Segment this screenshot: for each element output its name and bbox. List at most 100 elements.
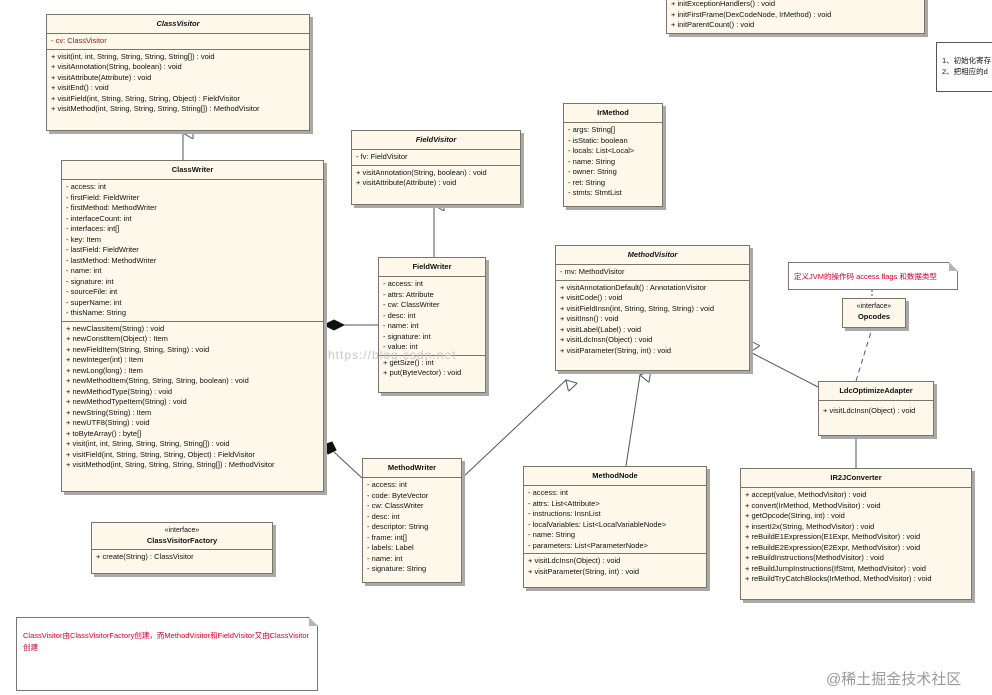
class-name: «interface» ClassVisitorFactory <box>92 523 272 550</box>
generalization-ldc-methodvisitor <box>750 352 819 388</box>
attribute-row: - superName: int <box>66 297 122 307</box>
attribute-row: - signature: int <box>383 331 431 341</box>
method-row: + visitMethod(int, String, String, Strin… <box>51 104 260 113</box>
class-methodwriter[interactable]: MethodWriter - access: int - code: ByteV… <box>362 458 462 583</box>
method-row: + visitInsn() : void <box>560 314 619 323</box>
attribute-row: - mv: MethodVisitor <box>560 267 625 276</box>
class-name: MethodVisitor <box>556 246 749 265</box>
class-name: ClassVisitor <box>47 15 309 34</box>
partial-class-top: + initExceptionHandlers() : void + initF… <box>666 0 925 34</box>
method-row: + visitAnnotation(String, boolean) : voi… <box>51 62 182 71</box>
method-row: + initExceptionHandlers() : void <box>671 0 776 8</box>
note-text: ClassVisitor由ClassVisitorFactory创建，而Meth… <box>23 631 310 652</box>
class-name: FieldWriter <box>379 258 485 277</box>
method-row: + newMethodType(String) : void <box>66 386 173 396</box>
method-row: + newConstItem(Object) : Item <box>66 334 168 343</box>
attribute-row: - frame: int[] <box>367 532 408 542</box>
method-row: + visit(int, int, String, String, String… <box>51 51 215 61</box>
class-name: IrMethod <box>564 104 662 123</box>
class-classwriter[interactable]: ClassWriter - access: int - firstField: … <box>61 160 324 492</box>
class-fieldvisitor[interactable]: FieldVisitor - fv: FieldVisitor + visitA… <box>351 130 521 205</box>
class-methodnode[interactable]: MethodNode - access: int - attrs: List<A… <box>523 466 707 588</box>
note-fold <box>949 262 958 271</box>
method-row: + visitField(int, String, String, String… <box>51 93 240 103</box>
method-row: + visitAttribute(Attribute) : void <box>356 178 457 187</box>
generalization-methodwriter-methodvisitor <box>461 380 566 479</box>
method-row: + toByteArray() : byte[] <box>66 428 142 438</box>
class-fieldwriter[interactable]: FieldWriter - access: int - attrs: Attri… <box>378 257 486 393</box>
attribute-section: - access: int - attrs: List<Attribute> -… <box>524 486 706 554</box>
method-row: + newMethodItem(String, String, String, … <box>66 376 249 385</box>
method-row: + visitLdcInsn(Object) : void <box>823 406 916 415</box>
attribute-row: - parameters: List<ParameterNode> <box>528 540 649 550</box>
attribute-row: - name: String <box>568 156 616 166</box>
stereotype: «interface» <box>856 303 892 310</box>
method-row: + reBuildTryCatchBlocks(IrMethod, Method… <box>745 574 932 583</box>
attribute-row: - locals: List<Local> <box>568 146 635 155</box>
class-classvisitorfactory[interactable]: «interface» ClassVisitorFactory + create… <box>91 522 273 574</box>
attribute-row: - ret: String <box>568 177 606 187</box>
method-row: + put(ByteVector) : void <box>383 368 462 377</box>
attribute-section: - access: int - attrs: Attribute - cw: C… <box>379 277 485 356</box>
method-row: + newString(String) : Item <box>66 407 152 417</box>
method-section: + visit(int, int, String, String, String… <box>47 50 309 117</box>
class-ldcoptimizeadapter[interactable]: LdcOptimizeAdapter + visitLdcInsn(Object… <box>818 381 934 436</box>
method-row: + visitMethod(int, String, String, Strin… <box>66 460 275 469</box>
method-section: + visitAnnotationDefault() : AnnotationV… <box>556 281 749 359</box>
attribute-row: - owner: String <box>568 167 617 176</box>
class-classvisitor[interactable]: ClassVisitor - cv: ClassVisitor + visit(… <box>46 14 310 131</box>
class-name: «interface» Opcodes <box>843 299 905 325</box>
attribute-row: - isStatic: boolean <box>568 135 628 145</box>
watermark-url: https://blog.csdn.net <box>328 348 457 362</box>
method-row: + create(String) : ClassVisitor <box>96 552 194 561</box>
class-ir2jconverter[interactable]: IR2JConverter + accept(value, MethodVisi… <box>740 468 972 600</box>
attribute-section: - fv: FieldVisitor <box>352 150 520 166</box>
class-name: IR2JConverter <box>741 469 971 488</box>
class-opcodes[interactable]: «interface» Opcodes <box>842 298 906 328</box>
attribute-row: - fv: FieldVisitor <box>356 152 408 161</box>
method-row: + visitFieldInsn(int, String, String, St… <box>560 303 715 313</box>
attribute-row: - localVariables: List<LocalVariableNode… <box>528 519 667 529</box>
attribute-row: - sourceFile: int <box>66 287 118 296</box>
class-methodvisitor[interactable]: MethodVisitor - mv: MethodVisitor + visi… <box>555 245 750 371</box>
aggregation-diamond-fieldwriter <box>322 319 346 331</box>
note-text: 定义JVM的操作码 access flags 和数据类型 <box>794 272 937 281</box>
attribute-row: - lastMethod: MethodWriter <box>66 255 157 265</box>
method-row: + convert(IrMethod, MethodVisitor) : voi… <box>745 500 881 510</box>
attribute-row: - access: int <box>383 279 424 288</box>
attribute-section: - mv: MethodVisitor <box>556 265 749 281</box>
attribute-row: - thisName: String <box>66 308 127 317</box>
attribute-row: - labels: Label <box>367 543 414 552</box>
method-row: + reBuildInstructions(MethodVisitor) : v… <box>745 553 884 562</box>
attribute-row: - instructions: InsnList <box>528 509 601 518</box>
class-name: FieldVisitor <box>352 131 520 150</box>
method-row: + initParentCount() : void <box>671 20 755 29</box>
note-right-partial: 1、初始化寄存 2、把相应的d <box>936 42 992 92</box>
attribute-row: - access: int <box>367 480 408 489</box>
generalization-methodnode-methodvisitor <box>625 375 640 467</box>
class-irmethod[interactable]: IrMethod - args: String[] - isStatic: bo… <box>563 103 663 207</box>
attribute-row: - signature: int <box>66 276 114 286</box>
attribute-section: - cv: ClassVisitor <box>47 34 309 50</box>
attribute-row: - interfaceCount: int <box>66 213 132 223</box>
attribute-row: - stmts: StmtList <box>568 188 622 197</box>
method-row: + visitAnnotation(String, boolean) : voi… <box>356 167 487 177</box>
method-section: + accept(value, MethodVisitor) : void + … <box>741 488 971 587</box>
method-row: + visitCode() : void <box>560 293 623 302</box>
method-section: + visitLdcInsn(Object) : void + visitPar… <box>524 554 706 579</box>
method-row: + newInteger(int) : Item <box>66 355 144 364</box>
attribute-row: - attrs: List<Attribute> <box>528 498 600 508</box>
attribute-row: - attrs: Attribute <box>383 289 434 299</box>
method-row: + initFirstFrame(DexCodeNode, IrMethod) … <box>671 9 832 19</box>
method-row: + visit(int, int, String, String, String… <box>66 439 230 448</box>
method-row: + visitField(int, String, String, String… <box>66 449 255 459</box>
note-line: 2、把相应的d <box>942 67 988 76</box>
method-row: + newUTF8(String) : void <box>66 418 150 427</box>
attribute-row: - name: String <box>528 530 576 539</box>
method-row: + visitAnnotationDefault() : AnnotationV… <box>560 282 707 292</box>
class-name: MethodNode <box>524 467 706 486</box>
attribute-row: - lastField: FieldWriter <box>66 245 139 254</box>
class-name: MethodWriter <box>363 459 461 478</box>
attribute-row: - name: int <box>66 266 102 275</box>
realization-ldc-opcodes <box>855 322 874 382</box>
